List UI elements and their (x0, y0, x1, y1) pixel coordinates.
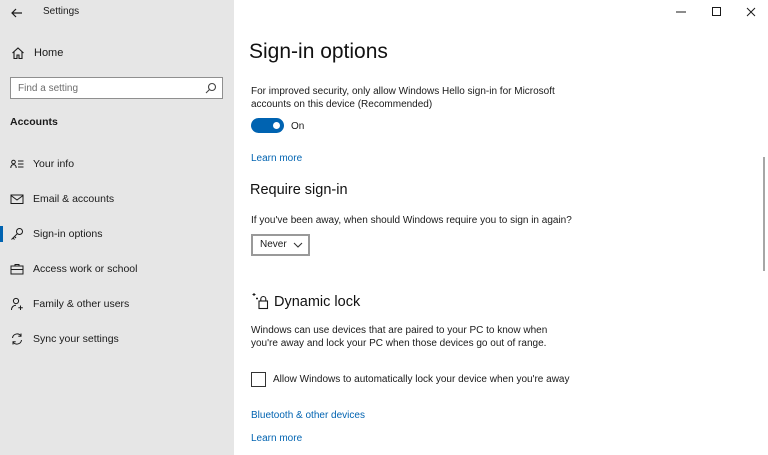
search-input[interactable] (18, 81, 198, 95)
sidebar-item-label: Family & other users (33, 298, 130, 310)
person-card-icon (10, 159, 24, 169)
sync-icon (12, 333, 22, 345)
sidebar-item-sign-in-options[interactable]: Sign-in options (0, 222, 234, 246)
person-add-icon (11, 297, 23, 311)
search-box[interactable] (10, 77, 223, 99)
mail-icon (10, 194, 24, 204)
main-content: Sign-in options For improved security, o… (234, 0, 768, 455)
key-icon (11, 228, 23, 240)
learn-more-link-2[interactable]: Learn more (251, 433, 302, 444)
scrollbar[interactable] (763, 157, 765, 271)
dynamic-lock-heading: Dynamic lock (274, 294, 361, 310)
bluetooth-devices-link[interactable]: Bluetooth & other devices (251, 410, 365, 421)
sidebar-item-your-info[interactable]: Your info (0, 152, 234, 176)
home-label: Home (34, 47, 64, 59)
section-header-accounts: Accounts (10, 116, 58, 128)
sidebar-item-label: Sign-in options (33, 228, 103, 240)
sidebar-item-label: Email & accounts (33, 193, 115, 205)
title-bar: Settings (0, 0, 234, 26)
briefcase-icon (10, 264, 24, 275)
sidebar-item-sync[interactable]: Sync your settings (0, 327, 234, 351)
sidebar-item-family[interactable]: Family & other users (0, 292, 234, 316)
back-arrow-icon (11, 8, 22, 18)
sidebar-item-label: Your info (33, 158, 75, 170)
sidebar-item-home[interactable]: Home (0, 43, 234, 65)
dynamic-lock-description: Windows can use devices that are paired … (251, 324, 547, 350)
toggle-state-label: On (291, 121, 305, 132)
hello-description-line-2: accounts on this device (Recommended) (251, 99, 433, 110)
chevron-down-icon (293, 242, 303, 248)
sidebar-item-label: Sync your settings (33, 333, 119, 345)
dynamic-lock-description-line-2: you're away and lock your PC when those … (251, 338, 547, 349)
page-title: Sign-in options (249, 40, 388, 63)
learn-more-link[interactable]: Learn more (251, 153, 302, 164)
sidebar-item-email-accounts[interactable]: Email & accounts (0, 187, 234, 211)
hello-description-line-1: For improved security, only allow Window… (251, 86, 555, 97)
require-sign-in-description: If you've been away, when should Windows… (251, 215, 572, 226)
require-sign-in-dropdown[interactable]: Never (251, 234, 310, 256)
dynamic-lock-checkbox[interactable] (251, 372, 266, 387)
search-icon[interactable] (205, 82, 217, 94)
sidebar: Settings Home Accounts Your info Email &… (0, 0, 234, 455)
windows-hello-toggle[interactable] (251, 118, 284, 133)
sidebar-item-label: Access work or school (33, 263, 138, 275)
require-sign-in-heading: Require sign-in (250, 182, 348, 198)
dynamic-lock-description-line-1: Windows can use devices that are paired … (251, 325, 548, 336)
dynamic-lock-icon (252, 293, 269, 310)
sidebar-item-access-work[interactable]: Access work or school (0, 257, 234, 281)
toggle-knob (273, 122, 280, 129)
back-button[interactable] (8, 4, 26, 22)
hello-description: For improved security, only allow Window… (251, 85, 555, 111)
dropdown-value: Never (260, 239, 287, 250)
home-icon (12, 47, 24, 60)
dynamic-lock-checkbox-label[interactable]: Allow Windows to automatically lock your… (273, 374, 569, 385)
app-title: Settings (43, 6, 80, 17)
